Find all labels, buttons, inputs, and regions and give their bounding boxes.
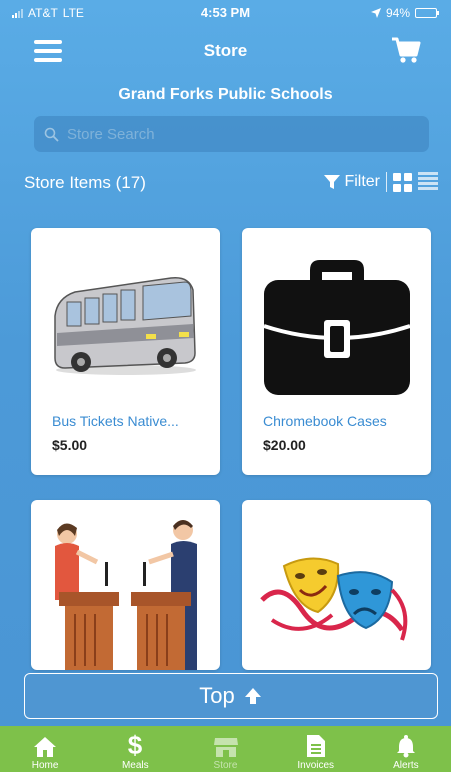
cart-icon[interactable] [391, 36, 421, 64]
store-item-card[interactable]: Bus Tickets Native... $5.00 [31, 228, 220, 475]
item-price: $5.00 [52, 437, 88, 453]
tab-label: Meals [121, 760, 149, 771]
tab-home[interactable]: Home [0, 726, 90, 772]
briefcase-image [263, 260, 411, 395]
bell-icon [396, 735, 415, 758]
battery-icon [415, 8, 439, 18]
svg-text:$: $ [128, 732, 143, 758]
divider [386, 172, 387, 192]
search-icon [44, 127, 59, 142]
store-items-count: Store Items (17) [24, 173, 146, 192]
search-bar[interactable] [34, 116, 429, 152]
store-item-card[interactable] [31, 500, 220, 670]
arrow-up-icon [244, 688, 261, 704]
item-name[interactable]: Chromebook Cases [263, 413, 423, 429]
tab-label: Invoices [297, 760, 335, 771]
top-button-label: Top [199, 683, 235, 708]
debate-image [55, 520, 197, 670]
tab-label: Home [31, 760, 59, 771]
item-name[interactable]: Bus Tickets Native... [52, 413, 212, 429]
grid-view-icon[interactable] [393, 172, 412, 192]
list-view-icon[interactable] [418, 172, 438, 192]
search-input[interactable] [67, 125, 407, 143]
item-price: $20.00 [263, 437, 306, 453]
document-icon [306, 735, 325, 757]
location-icon [370, 8, 381, 18]
nav-bar: Store [0, 26, 451, 74]
store-header: Store Items (17) Filter [24, 172, 438, 196]
filter-button[interactable]: Filter [324, 173, 380, 191]
home-icon [34, 737, 57, 757]
filter-icon [324, 175, 341, 189]
tab-bar: Home $ Meals Store Invoices Alerts [0, 726, 451, 772]
status-bar: AT&T LTE 4:53 PM 94% [0, 0, 451, 26]
scroll-to-top-button[interactable]: Top [24, 673, 438, 719]
battery-percent: 94% [385, 6, 410, 20]
filter-label: Filter [344, 173, 380, 190]
store-item-card[interactable]: Chromebook Cases $20.00 [242, 228, 431, 475]
tab-alerts[interactable]: Alerts [361, 726, 451, 772]
school-name: Grand Forks Public Schools [118, 86, 333, 103]
storefront-icon [213, 738, 238, 757]
tab-label: Alerts [393, 760, 419, 771]
dollar-icon: $ [128, 732, 143, 758]
tab-meals[interactable]: $ Meals [90, 726, 180, 772]
tab-invoices[interactable]: Invoices [271, 726, 361, 772]
tab-label: Store [213, 760, 238, 771]
theater-masks-image [260, 557, 408, 641]
tab-store[interactable]: Store [180, 726, 270, 772]
bus-image [54, 277, 196, 375]
page-title: Store [203, 41, 248, 60]
store-item-card[interactable] [242, 500, 431, 670]
